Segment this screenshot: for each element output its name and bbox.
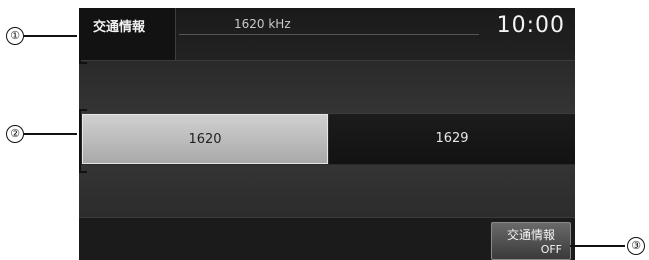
- callout-2-bracket: [79, 109, 87, 173]
- callout-2-line: [24, 133, 77, 135]
- callout-2: ②: [6, 125, 24, 143]
- callout-1-bracket: [79, 10, 87, 64]
- footer-bar: 交通情報 OFF: [79, 218, 575, 260]
- source-mode-label: 交通情報: [93, 20, 146, 35]
- source-mode-tab[interactable]: 交通情報: [79, 8, 176, 60]
- header-bar: 交通情報 1620 kHz 10:00: [79, 8, 575, 61]
- empty-row-top: [79, 61, 575, 114]
- callout-3-line: [570, 245, 625, 247]
- traffic-info-button-state: OFF: [540, 243, 562, 256]
- traffic-info-button-label: 交通情報: [506, 228, 555, 242]
- preset-button-1629[interactable]: 1629: [329, 114, 575, 164]
- divider-line: [179, 34, 479, 35]
- callout-1-line: [24, 35, 77, 37]
- frequency-text: 1620 kHz: [234, 17, 291, 31]
- frequency-display: 1620 kHz: [176, 8, 479, 60]
- callout-3: ③: [627, 237, 645, 255]
- preset-button-1620[interactable]: 1620: [82, 114, 328, 164]
- clock: 10:00: [496, 13, 565, 38]
- preset-list: 1620 1629: [79, 114, 575, 164]
- radio-screen: 交通情報 1620 kHz 10:00 1620 1629 交通情報 OFF: [79, 8, 575, 260]
- callout-1: ①: [6, 27, 24, 45]
- traffic-info-toggle-button[interactable]: 交通情報 OFF: [491, 222, 571, 260]
- empty-row-bottom: [79, 165, 575, 218]
